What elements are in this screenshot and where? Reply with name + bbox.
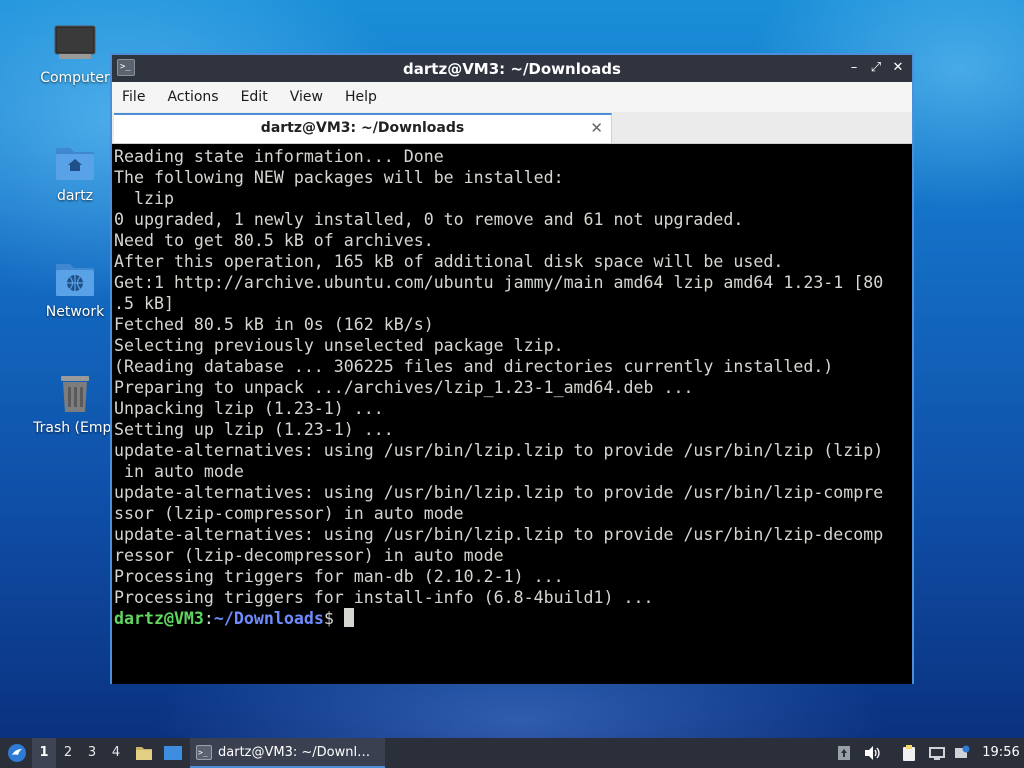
workspace-4[interactable]: 4 — [104, 738, 128, 768]
terminal-line: Need to get 80.5 kB of archives. — [114, 231, 434, 250]
prompt-user-host: dartz@VM3 — [114, 609, 204, 628]
terminal-line: update-alternatives: using /usr/bin/lzip… — [114, 483, 884, 502]
terminal-line: Processing triggers for install-info (6.… — [114, 588, 654, 607]
start-menu-icon[interactable] — [4, 738, 30, 768]
terminal-line: The following NEW packages will be insta… — [114, 168, 564, 187]
terminal-line: Fetched 80.5 kB in 0s (162 kB/s) — [114, 315, 434, 334]
terminal-line: in auto mode — [114, 462, 244, 481]
file-manager-launcher-icon[interactable] — [132, 738, 156, 768]
trash-icon — [61, 376, 89, 412]
computer-icon — [54, 25, 96, 59]
terminal-line: update-alternatives: using /usr/bin/lzip… — [114, 525, 884, 544]
clipboard-icon[interactable] — [898, 738, 920, 768]
workspace-1[interactable]: 1 — [32, 738, 56, 768]
workspace-2[interactable]: 2 — [56, 738, 80, 768]
menu-file[interactable]: File — [122, 89, 145, 105]
tab-bar: dartz@VM3: ~/Downloads ✕ — [112, 112, 912, 144]
close-icon[interactable]: ✕ — [888, 58, 908, 78]
terminal-line: ressor (lzip-decompressor) in auto mode — [114, 546, 504, 565]
terminal-line: update-alternatives: using /usr/bin/lzip… — [114, 441, 884, 460]
terminal-line: Setting up lzip (1.23-1) ... — [114, 420, 394, 439]
terminal-line: lzip — [114, 189, 174, 208]
menubar: File Actions Edit View Help — [112, 82, 912, 112]
terminal-line: ssor (lzip-compressor) in auto mode — [114, 504, 464, 523]
terminal-line: Preparing to unpack .../archives/lzip_1.… — [114, 378, 694, 397]
network-icon[interactable] — [926, 738, 948, 768]
terminal-line: Unpacking lzip (1.23-1) ... — [114, 399, 384, 418]
prompt-path: ~/Downloads — [213, 609, 324, 628]
show-desktop-icon[interactable] — [160, 738, 186, 768]
terminal-line: Reading state information... Done — [114, 147, 444, 166]
terminal-icon: >_ — [196, 745, 212, 760]
network-folder-icon — [56, 264, 94, 296]
tab-terminal[interactable]: dartz@VM3: ~/Downloads ✕ — [114, 113, 612, 143]
menu-edit[interactable]: Edit — [241, 89, 268, 105]
home-folder-icon — [56, 148, 94, 180]
terminal-line: Selecting previously unselected package … — [114, 336, 564, 355]
terminal-line: After this operation, 165 kB of addition… — [114, 252, 784, 271]
taskbar-terminal-button[interactable]: >_ dartz@VM3: ~/Downl… — [190, 738, 385, 768]
maximize-icon[interactable]: ⤢ — [866, 58, 886, 78]
window-title: dartz@VM3: ~/Downloads — [403, 59, 621, 78]
taskbar: 1 2 3 4 >_ dartz@VM3: ~/Downl… 19:56 — [0, 738, 1024, 768]
workspace-3[interactable]: 3 — [80, 738, 104, 768]
tab-close-icon[interactable]: ✕ — [590, 115, 603, 142]
terminal-cursor — [343, 608, 354, 627]
terminal-line: 0 upgraded, 1 newly installed, 0 to remo… — [114, 210, 744, 229]
terminal-prompt[interactable]: dartz@VM3:~/Downloads$ — [114, 608, 912, 629]
notification-icon[interactable] — [952, 738, 972, 768]
menu-view[interactable]: View — [290, 89, 323, 105]
prompt-separator: : — [203, 609, 214, 628]
terminal-window[interactable]: >_ dartz@VM3: ~/Downloads – ⤢ ✕ File Act… — [110, 53, 914, 684]
terminal-icon: >_ — [117, 59, 135, 76]
menu-help[interactable]: Help — [345, 89, 377, 105]
terminal-line: (Reading database ... 306225 files and d… — [114, 357, 834, 376]
menu-actions[interactable]: Actions — [167, 89, 218, 105]
taskbar-task-label: dartz@VM3: ~/Downl… — [218, 745, 371, 760]
terminal-line: Processing triggers for man-db (2.10.2-1… — [114, 567, 564, 586]
terminal-line: Get:1 http://archive.ubuntu.com/ubuntu j… — [114, 273, 884, 292]
prompt-symbol: $ — [323, 609, 334, 628]
terminal-output[interactable]: Reading state information... Done The fol… — [112, 144, 912, 684]
minimize-icon[interactable]: – — [844, 58, 864, 78]
update-icon[interactable] — [834, 738, 854, 768]
terminal-line: .5 kB] — [114, 294, 174, 313]
window-titlebar[interactable]: >_ dartz@VM3: ~/Downloads – ⤢ ✕ — [112, 55, 912, 82]
volume-icon[interactable] — [860, 738, 884, 768]
taskbar-clock[interactable]: 19:56 — [978, 738, 1024, 768]
tab-label: dartz@VM3: ~/Downloads — [260, 120, 465, 136]
